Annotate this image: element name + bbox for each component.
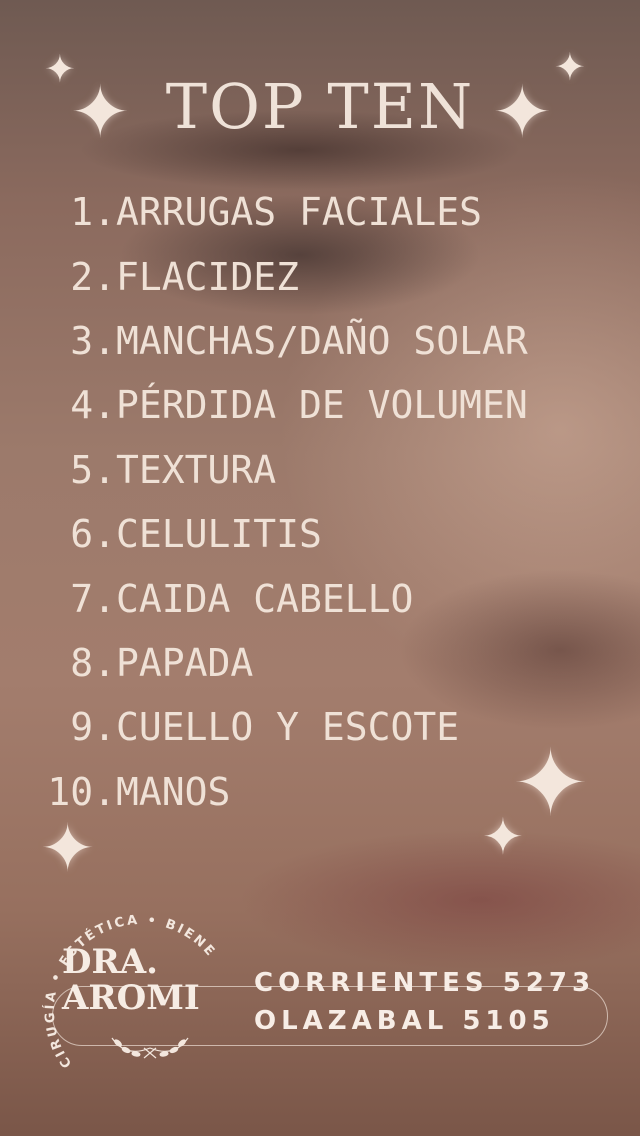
item-number: 3. (70, 318, 116, 363)
item-text: CAIDA CABELLO (116, 576, 414, 621)
list-item: 5. TEXTURA (40, 438, 640, 502)
list-item: 9. CUELLO Y ESCOTE (40, 695, 640, 759)
logo-name-line1: DRA. (62, 942, 158, 982)
item-number: 2. (70, 254, 116, 299)
item-text: ARRUGAS FACIALES (116, 190, 483, 235)
logo-name-line2: AROMI (62, 978, 200, 1018)
item-text: CELULITIS (116, 512, 322, 557)
item-number: 4. (70, 383, 116, 428)
item-text: PÉRDIDA DE VOLUMEN (116, 383, 528, 428)
address-line-1: CORRIENTES 5273 (254, 968, 596, 998)
list-item: 2. FLACIDEZ (40, 244, 640, 308)
laurel-icon (111, 1037, 189, 1059)
item-number: 9. (70, 705, 116, 750)
item-number: 8. (70, 640, 116, 685)
item-text: CUELLO Y ESCOTE (116, 705, 460, 750)
address-line-2: OLAZABAL 5105 (254, 1006, 555, 1036)
item-number: 7. (70, 576, 116, 621)
item-number: 5. (70, 447, 116, 492)
list-item: 6. CELULITIS (40, 502, 640, 566)
page-title: TOP TEN (165, 70, 475, 143)
item-number: 1. (70, 190, 116, 235)
item-text: FLACIDEZ (116, 254, 300, 299)
item-text: TEXTURA (116, 447, 277, 492)
item-text: PAPADA (116, 640, 254, 685)
list-item: 7. CAIDA CABELLO (40, 566, 640, 630)
item-number: 10. (47, 769, 116, 814)
list-item: 4. PÉRDIDA DE VOLUMEN (40, 373, 640, 437)
top-ten-list: 1. ARRUGAS FACIALES 2. FLACIDEZ 3. MANCHAS/… (40, 180, 640, 824)
list-item: 8. PAPADA (40, 631, 640, 695)
item-text: MANOS (116, 769, 231, 814)
sparkle-icon: ✦ (40, 810, 96, 887)
list-item: 1. ARRUGAS FACIALES (40, 180, 640, 244)
item-text: MANCHAS/DAÑO SOLAR (116, 318, 528, 363)
list-item: 3. MANCHAS/DAÑO SOLAR (40, 309, 640, 373)
list-item: 10. MANOS (40, 760, 640, 824)
item-number: 6. (70, 512, 116, 557)
logo-name: DRA. AROMI (62, 944, 222, 1016)
